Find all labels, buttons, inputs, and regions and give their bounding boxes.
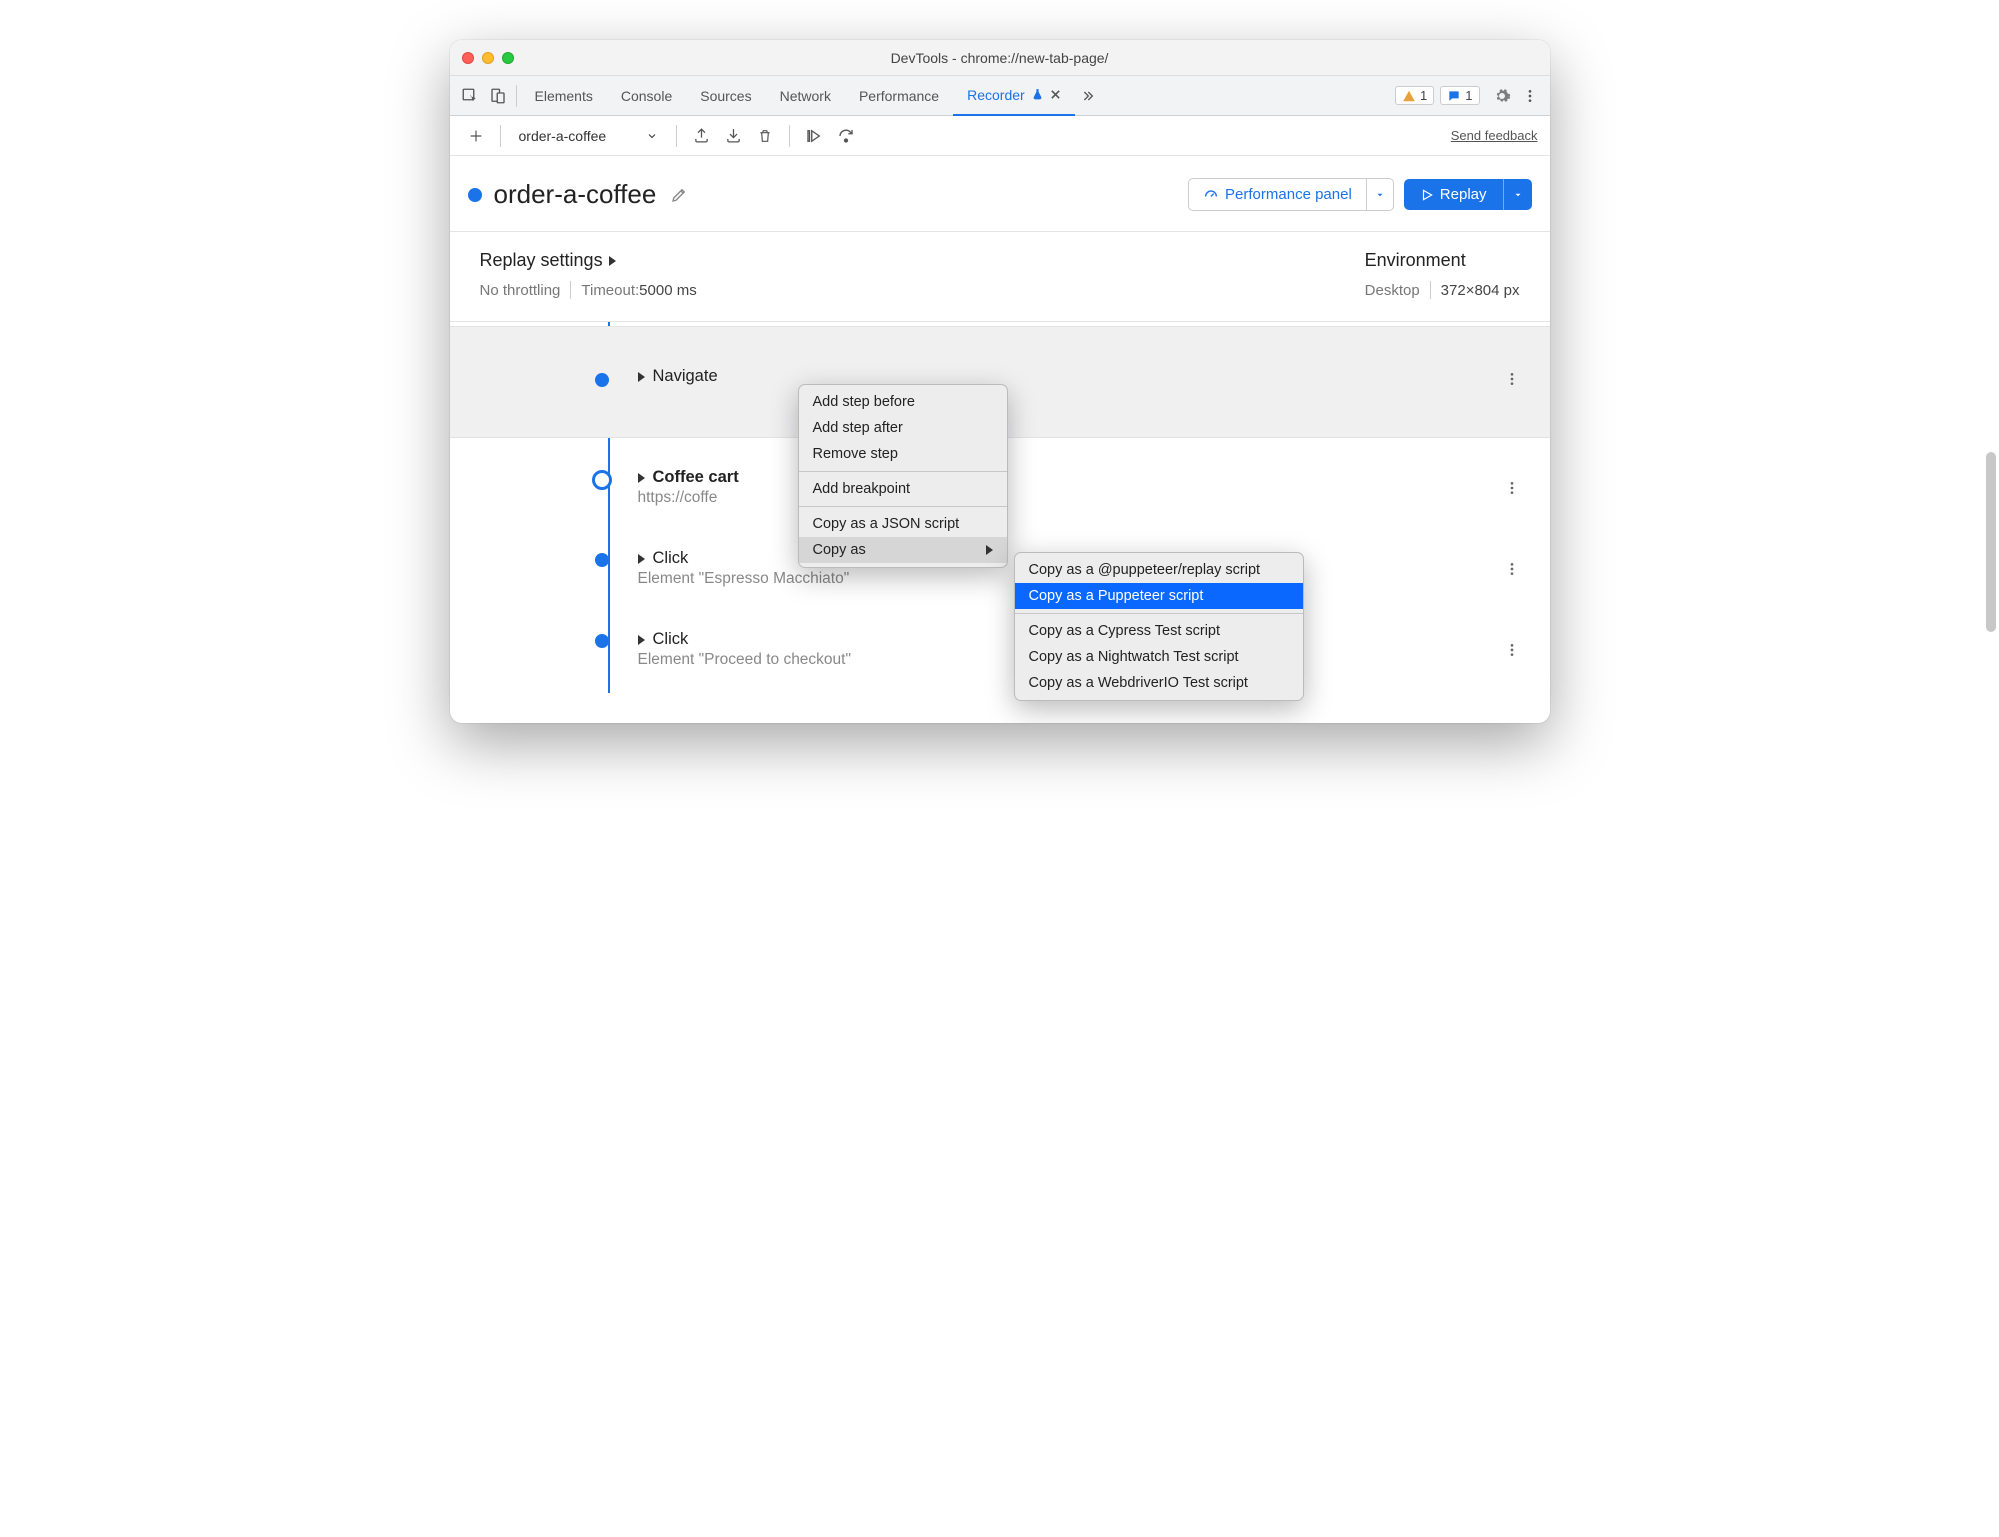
submenu-puppeteer[interactable]: Copy as a Puppeteer script [1015,583,1303,609]
recording-selector[interactable]: order-a-coffee [511,128,667,144]
edit-title-icon[interactable] [670,186,688,204]
expand-icon [638,554,645,564]
step-menu-button[interactable] [1500,367,1524,391]
settings-icon[interactable] [1488,82,1516,110]
submenu-webdriverio[interactable]: Copy as a WebdriverIO Test script [1015,670,1303,696]
submenu-puppeteer-replay[interactable]: Copy as a @puppeteer/replay script [1015,557,1303,583]
timeout-value: 5000 ms [639,282,697,299]
replay-dropdown[interactable] [1503,179,1532,210]
device-value: Desktop [1365,282,1420,299]
traffic-lights [462,52,514,64]
context-menu: Add step before Add step after Remove st… [798,384,1008,568]
submenu-nightwatch[interactable]: Copy as a Nightwatch Test script [1015,644,1303,670]
minimize-window-button[interactable] [482,52,494,64]
step-menu-button[interactable] [1500,557,1524,581]
expand-icon [638,473,645,483]
menu-copy-as[interactable]: Copy as [799,537,1007,563]
throttling-value: No throttling [480,282,561,299]
expand-icon [638,372,645,382]
step-click-checkout[interactable]: Click Element "Proceed to checkout" [450,602,1550,683]
window-title: DevTools - chrome://new-tab-page/ [514,50,1486,66]
title-bar: DevTools - chrome://new-tab-page/ [450,40,1550,76]
step-menu-button[interactable] [1500,476,1524,500]
close-window-button[interactable] [462,52,474,64]
device-toggle-icon[interactable] [484,82,512,110]
submenu-caret-icon [986,545,993,555]
performance-panel-dropdown[interactable] [1366,179,1393,210]
import-icon[interactable] [719,122,747,150]
menu-remove-step[interactable]: Remove step [799,441,1007,467]
tab-recorder[interactable]: Recorder [953,76,1075,116]
submenu-cypress[interactable]: Copy as a Cypress Test script [1015,618,1303,644]
messages-badge[interactable]: 1 [1440,86,1479,105]
tab-console[interactable]: Console [607,76,686,116]
continue-icon[interactable] [800,122,828,150]
step-over-icon[interactable] [832,122,860,150]
new-recording-icon[interactable] [462,122,490,150]
tab-close-icon[interactable] [1050,89,1061,100]
timeout-label: Timeout: [581,282,639,299]
send-feedback-link[interactable]: Send feedback [1451,128,1538,143]
step-menu-button[interactable] [1500,638,1524,662]
maximize-window-button[interactable] [502,52,514,64]
kebab-menu-icon[interactable] [1516,82,1544,110]
context-submenu: Copy as a @puppeteer/replay script Copy … [1014,552,1304,701]
recording-indicator-icon [468,188,482,202]
steps-area: Espresso Macchiato $12.00 Navigate Coffe… [450,322,1550,723]
export-icon[interactable] [687,122,715,150]
devtools-window: DevTools - chrome://new-tab-page/ Elemen… [450,40,1550,723]
recording-title: order-a-coffee [494,179,657,210]
gauge-icon [1203,187,1219,203]
replay-button[interactable]: Replay [1404,179,1532,210]
tab-sources[interactable]: Sources [686,76,765,116]
panel-tab-bar: Elements Console Sources Network Perform… [450,76,1550,116]
tab-network[interactable]: Network [766,76,845,116]
expand-icon [638,635,645,645]
caret-right-icon [609,256,616,266]
menu-add-step-after[interactable]: Add step after [799,415,1007,441]
warnings-badge[interactable]: 1 [1395,86,1434,105]
tab-performance[interactable]: Performance [845,76,953,116]
menu-copy-json[interactable]: Copy as a JSON script [799,511,1007,537]
menu-add-breakpoint[interactable]: Add breakpoint [799,476,1007,502]
inspect-icon[interactable] [456,82,484,110]
delete-icon[interactable] [751,122,779,150]
chevron-down-icon [646,130,658,142]
recording-header: order-a-coffee Performance panel Replay [450,156,1550,231]
tab-elements[interactable]: Elements [521,76,607,116]
play-icon [1420,188,1434,202]
replay-settings-toggle[interactable]: Replay settings [480,250,697,271]
menu-add-step-before[interactable]: Add step before [799,389,1007,415]
meta-bar: Replay settings No throttling Timeout: 5… [450,231,1550,322]
environment-title: Environment [1365,250,1466,271]
more-tabs-icon[interactable] [1075,82,1103,110]
recorder-toolbar: order-a-coffee Send feedback [450,116,1550,156]
performance-panel-button[interactable]: Performance panel [1188,178,1394,211]
flask-icon [1031,88,1044,101]
viewport-value: 372×804 px [1441,282,1520,299]
